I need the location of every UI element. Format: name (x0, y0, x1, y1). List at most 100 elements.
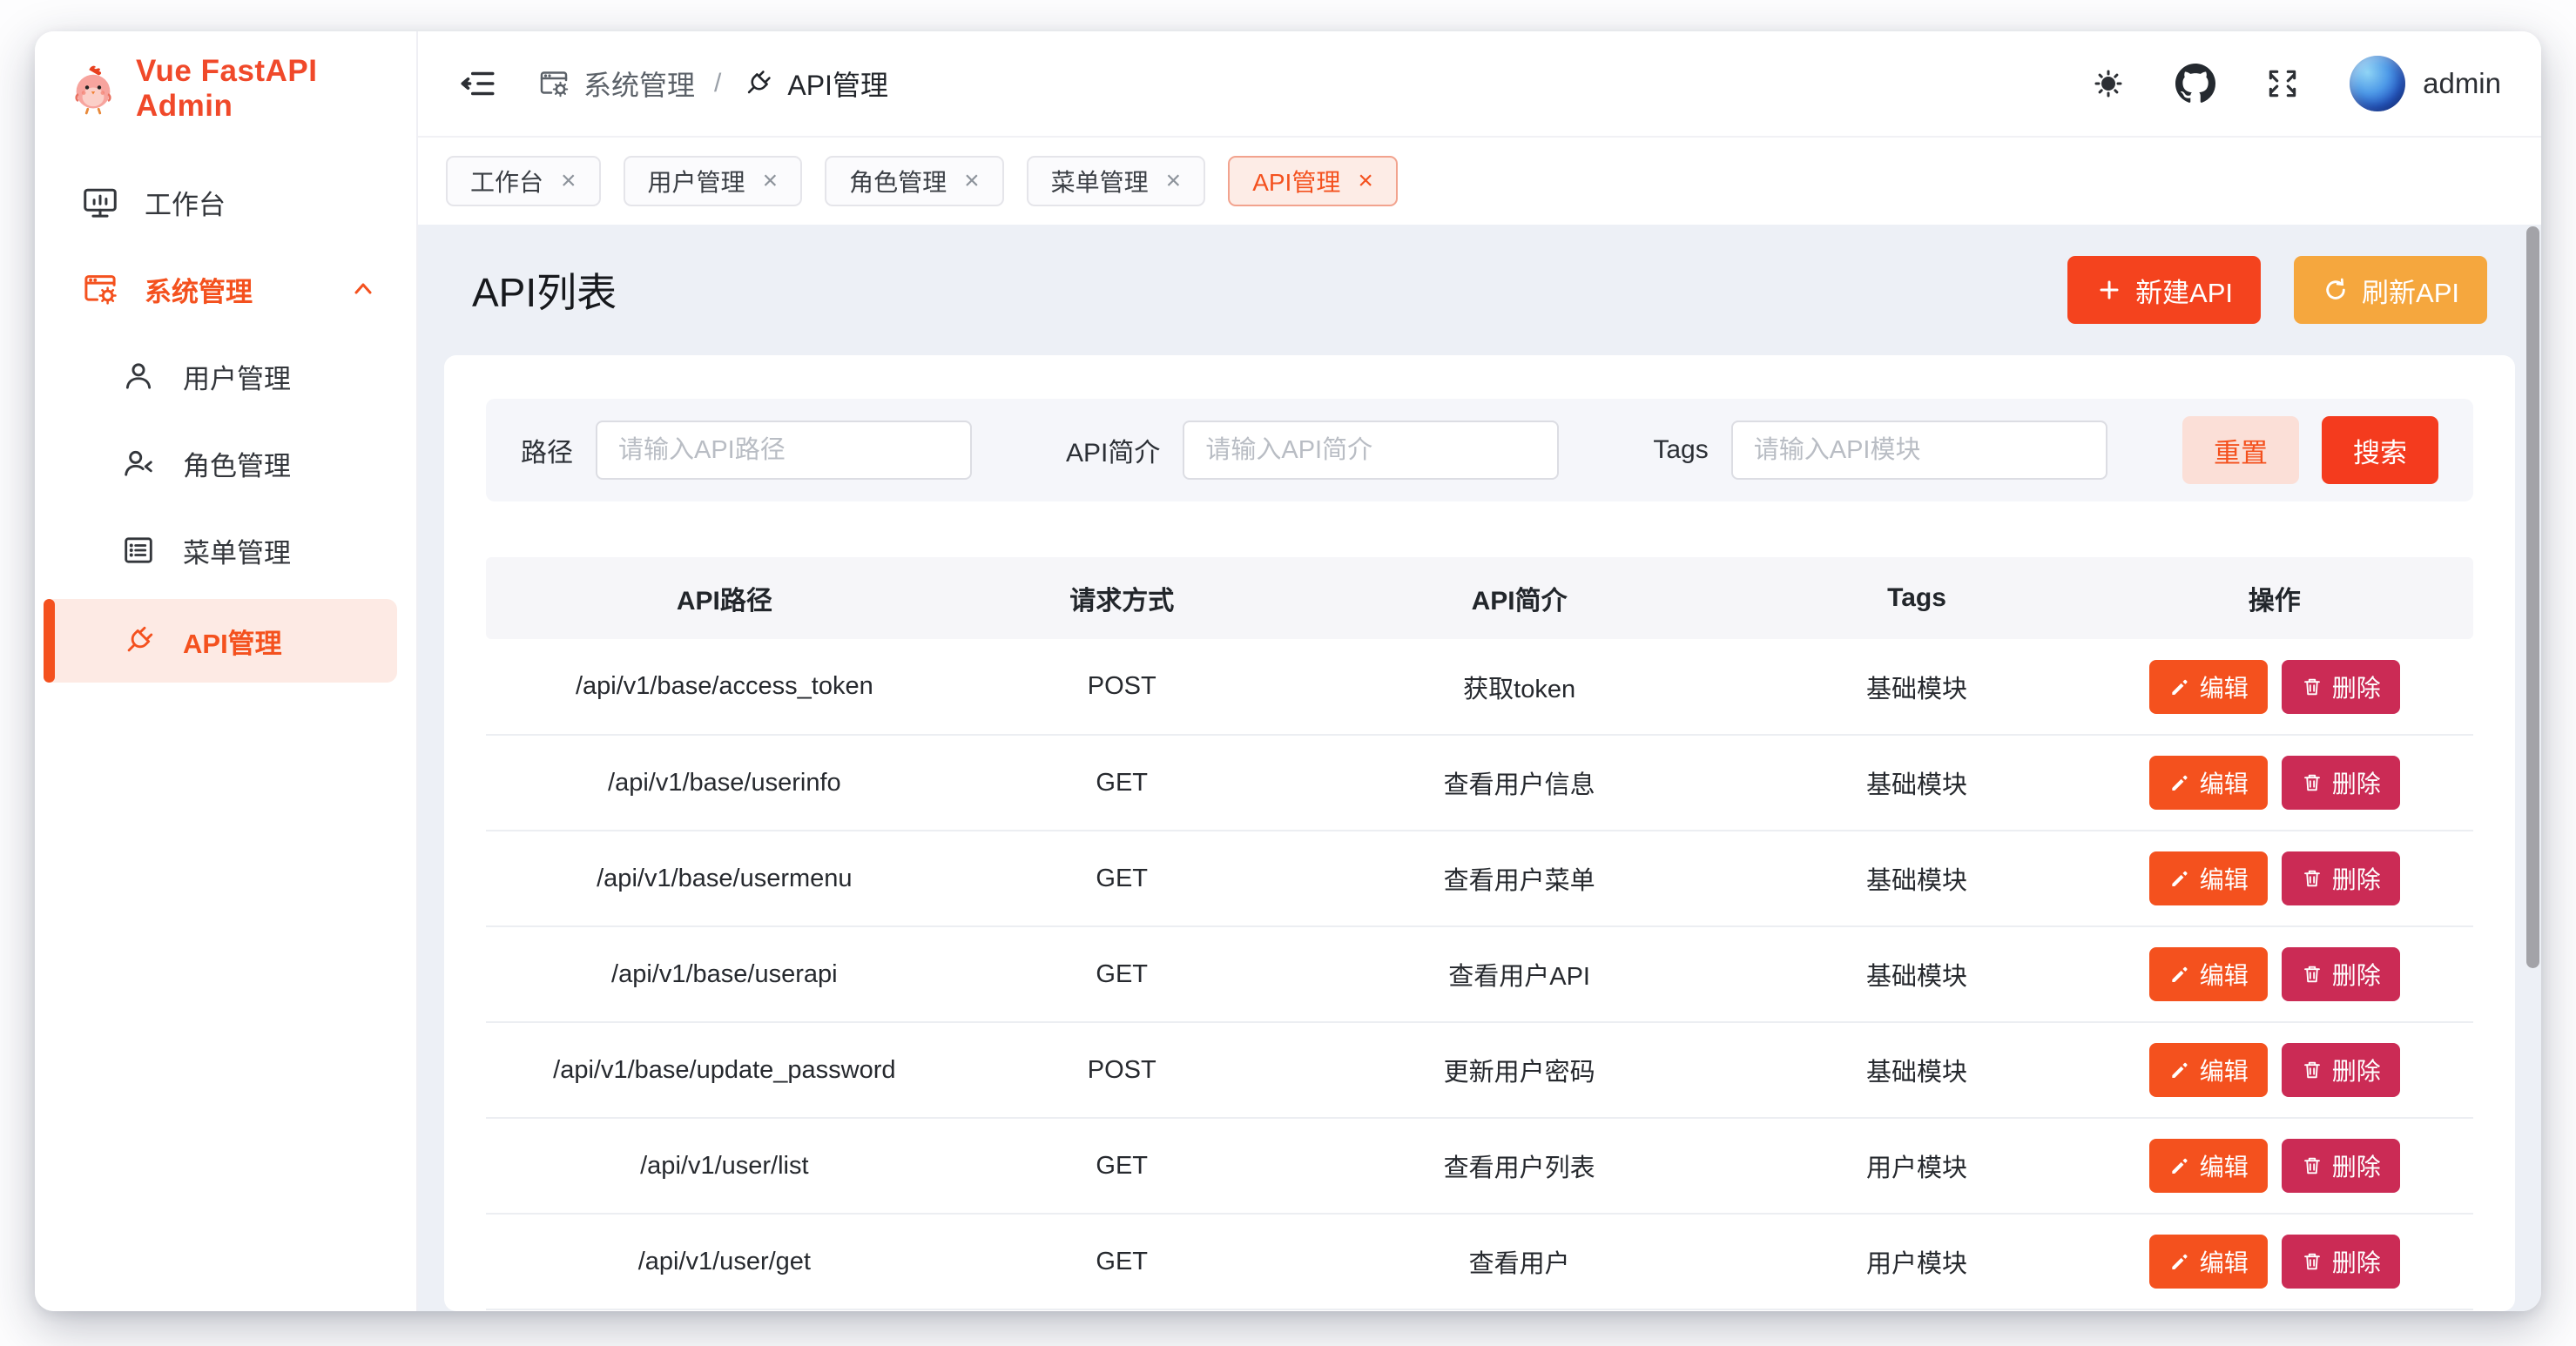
api-tags-cell: 基础模块 (1757, 926, 2075, 1022)
tab-menus[interactable]: 菜单管理 × (1027, 156, 1206, 206)
table-row: /api/v1/user/list GET 查看用户列表 用户模块 (486, 1118, 2473, 1214)
sidebar: Vue FastAPI Admin 工作台 (35, 31, 418, 1311)
close-icon[interactable]: × (964, 168, 980, 194)
collapse-sidebar-icon[interactable] (458, 64, 498, 104)
api-tags-cell: 基础模块 (1757, 735, 2075, 831)
sidebar-item-label: 用户管理 (183, 357, 291, 396)
page-title: API列表 (472, 261, 617, 319)
refresh-api-label: 刷新API (2362, 271, 2459, 310)
brand[interactable]: Vue FastAPI Admin (35, 31, 416, 146)
delete-button[interactable]: 删除 (2282, 660, 2400, 714)
delete-label: 删除 (2332, 1148, 2381, 1183)
close-icon[interactable]: × (763, 168, 779, 194)
refresh-api-button[interactable]: 刷新API (2294, 256, 2487, 324)
reset-button[interactable]: 重置 (2182, 416, 2299, 484)
delete-button[interactable]: 删除 (2282, 1139, 2400, 1193)
role-user-icon (118, 443, 158, 483)
avatar[interactable] (2350, 56, 2405, 111)
menu-list-icon (118, 530, 158, 570)
path-filter-input[interactable] (596, 421, 972, 480)
sidebar-item-label: 系统管理 (145, 270, 253, 309)
pencil-icon (2168, 676, 2191, 698)
column-header-path: API路径 (486, 557, 963, 639)
summary-filter-input[interactable] (1183, 421, 1559, 480)
api-method-cell: GET (963, 831, 1281, 926)
api-plug-icon (740, 66, 775, 101)
tab-api[interactable]: API管理 × (1228, 156, 1398, 206)
edit-label: 编辑 (2200, 957, 2249, 992)
pencil-icon (2168, 867, 2191, 890)
tab-label: 菜单管理 (1051, 164, 1149, 199)
delete-label: 删除 (2332, 1244, 2381, 1279)
column-header-summary: API简介 (1281, 557, 1758, 639)
sidebar-item-workbench[interactable]: 工作台 (35, 158, 416, 246)
sidebar-item-users[interactable]: 用户管理 (35, 333, 416, 420)
api-plug-icon (118, 621, 158, 661)
delete-button[interactable]: 删除 (2282, 947, 2400, 1001)
chevron-up-icon (348, 274, 378, 304)
edit-button[interactable]: 编辑 (2149, 1043, 2268, 1097)
close-icon[interactable]: × (561, 168, 577, 194)
api-method-cell: GET (963, 1118, 1281, 1214)
api-table: API路径 请求方式 API简介 Tags 操作 (486, 557, 2473, 1311)
search-button[interactable]: 搜索 (2322, 416, 2438, 484)
delete-button[interactable]: 删除 (2282, 1235, 2400, 1289)
brand-title: Vue FastAPI Admin (136, 54, 416, 124)
app-window: Vue FastAPI Admin 工作台 (35, 31, 2541, 1311)
edit-label: 编辑 (2200, 1244, 2249, 1279)
table-row: /api/v1/base/userinfo GET 查看用户信息 基础模块 (486, 735, 2473, 831)
sidebar-item-system[interactable]: 系统管理 (35, 246, 416, 333)
close-icon[interactable]: × (1358, 168, 1373, 194)
api-summary-cell: 查看用户信息 (1281, 735, 1758, 831)
sidebar-item-menus[interactable]: 菜单管理 (35, 507, 416, 594)
theme-toggle-sun-icon[interactable] (2088, 64, 2128, 104)
summary-filter-label: API简介 (1066, 431, 1160, 469)
github-icon[interactable] (2175, 64, 2215, 104)
pencil-icon (2168, 963, 2191, 986)
create-api-button[interactable]: 新建API (2067, 256, 2261, 324)
tab-workbench[interactable]: 工作台 × (446, 156, 601, 206)
sidebar-item-api[interactable]: API管理 (44, 599, 397, 683)
breadcrumb-parent[interactable]: 系统管理 (536, 64, 695, 104)
vertical-scrollbar[interactable] (2526, 226, 2539, 968)
tags-filter-label: Tags (1653, 435, 1708, 465)
table-body: 编辑 (486, 639, 2473, 1309)
tab-roles[interactable]: 角色管理 × (825, 156, 1004, 206)
api-summary-cell: 获取token (1281, 639, 1758, 735)
user-menu[interactable]: admin (2350, 56, 2501, 111)
trash-icon (2301, 867, 2323, 890)
delete-button[interactable]: 删除 (2282, 1043, 2400, 1097)
pencil-icon (2168, 1250, 2191, 1273)
breadcrumb-separator: / (714, 69, 721, 98)
sidebar-item-label: API管理 (183, 622, 282, 661)
api-path-cell: /api/v1/base/usermenu (486, 831, 963, 926)
edit-button[interactable]: 编辑 (2149, 1139, 2268, 1193)
breadcrumb-parent-label: 系统管理 (583, 64, 695, 104)
breadcrumb-current[interactable]: API管理 (740, 64, 888, 104)
delete-button[interactable]: 删除 (2282, 851, 2400, 905)
delete-button[interactable]: 删除 (2282, 756, 2400, 810)
edit-label: 编辑 (2200, 670, 2249, 704)
api-tags-cell: 基础模块 (1757, 1022, 2075, 1118)
edit-button[interactable]: 编辑 (2149, 947, 2268, 1001)
edit-button[interactable]: 编辑 (2149, 1235, 2268, 1289)
fullscreen-icon[interactable] (2262, 64, 2303, 104)
edit-button[interactable]: 编辑 (2149, 851, 2268, 905)
api-path-cell: /api/v1/base/userapi (486, 926, 963, 1022)
trash-icon (2301, 963, 2323, 986)
pencil-icon (2168, 771, 2191, 794)
breadcrumb-current-label: API管理 (787, 64, 888, 104)
tags-filter-input[interactable] (1731, 421, 2107, 480)
tab-users[interactable]: 用户管理 × (624, 156, 803, 206)
edit-button[interactable]: 编辑 (2149, 756, 2268, 810)
api-tags-cell: 用户模块 (1757, 1118, 2075, 1214)
tab-label: API管理 (1252, 164, 1340, 199)
api-summary-cell: 查看用户列表 (1281, 1118, 1758, 1214)
close-icon[interactable]: × (1166, 168, 1182, 194)
sidebar-item-roles[interactable]: 角色管理 (35, 420, 416, 507)
edit-button[interactable]: 编辑 (2149, 660, 2268, 714)
monitor-icon (80, 182, 120, 222)
table-row: /api/v1/user/get GET 查看用户 用户模块 (486, 1214, 2473, 1309)
api-method-cell: POST (963, 639, 1281, 735)
content-area: API列表 新建API (418, 225, 2541, 1311)
